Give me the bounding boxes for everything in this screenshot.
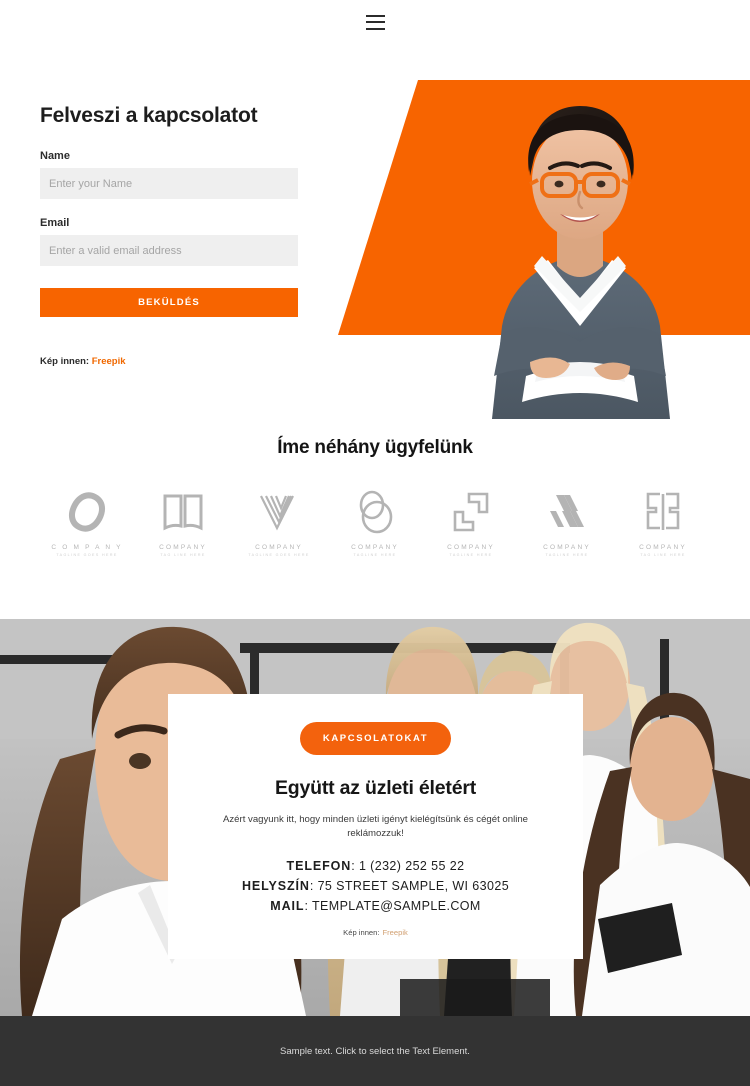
logo-mark-oval-icon	[67, 487, 107, 537]
hamburger-menu-icon[interactable]	[365, 14, 385, 30]
logo-mark-book-icon	[161, 487, 205, 537]
contact-section: KAPCSOLATOKAT Együtt az üzleti életért A…	[0, 619, 750, 1016]
logo-company-name: COMPANY	[159, 544, 207, 551]
contact-detail-value: 75 STREET SAMPLE, WI 63025	[317, 878, 510, 893]
client-logo-item[interactable]: COMPANY TAG LINE HERE	[142, 487, 224, 557]
client-logo-item[interactable]: COMPANY TAGLINE HERE	[526, 487, 608, 557]
page-root: Felveszi a kapcsolatot Name Email BEKÜLD…	[0, 0, 750, 1086]
hero-section: Felveszi a kapcsolatot Name Email BEKÜLD…	[0, 44, 750, 419]
contact-card-title: Együtt az üzleti életért	[274, 777, 477, 799]
client-logo-item[interactable]: COMPANY TAGLINE HERE	[430, 487, 512, 557]
logo-mark-circles-icon	[353, 487, 397, 537]
logo-tagline: TAGLINE GOES HERE	[56, 553, 118, 557]
contact-detail-mail: MAIL: TEMPLATE@SAMPLE.COM	[198, 899, 553, 913]
logo-tagline: TAGLINE HERE	[449, 553, 493, 557]
hero-photo	[491, 106, 671, 419]
logo-mark-chevron-icon	[257, 487, 301, 537]
contact-detail-separator: :	[309, 878, 318, 893]
contact-detail-location: HELYSZÍN: 75 STREET SAMPLE, WI 63025	[198, 879, 553, 893]
contact-detail-label: TELEFON	[286, 858, 352, 873]
email-field-label: Email	[40, 217, 70, 229]
logo-tagline: TAGLINE GOES HERE	[248, 553, 310, 557]
footer-text[interactable]: Sample text. Click to select the Text El…	[280, 1046, 470, 1057]
client-logo-row: C O M P A N Y TAGLINE GOES HERE COMPANY …	[0, 487, 750, 557]
logo-mark-brackets-icon	[449, 487, 493, 537]
contact-pill-button[interactable]: KAPCSOLATOKAT	[299, 722, 452, 755]
contact-form: Felveszi a kapcsolatot Name Email BEKÜLD…	[40, 104, 302, 367]
contact-credit-link[interactable]: Freepik	[382, 928, 407, 937]
clients-section: Íme néhány ügyfelünk C O M P A N Y TAGLI…	[0, 419, 750, 619]
contact-detail-separator: :	[304, 898, 312, 913]
logo-tagline: TAGLINE HERE	[545, 553, 589, 557]
logo-company-name: COMPANY	[639, 544, 687, 551]
logo-company-name: COMPANY	[447, 544, 495, 551]
hero-credit-link[interactable]: Freepik	[92, 356, 126, 367]
submit-button[interactable]: BEKÜLDÉS	[40, 288, 298, 317]
site-footer: Sample text. Click to select the Text El…	[0, 1016, 750, 1086]
hero-credit-prefix: Kép innen:	[40, 356, 90, 367]
name-input[interactable]	[40, 168, 298, 199]
site-header	[0, 0, 750, 44]
email-input[interactable]	[40, 235, 298, 266]
contact-detail-label: MAIL	[270, 898, 305, 913]
contact-detail-value: 1 (232) 252 55 22	[358, 858, 465, 873]
client-logo-item[interactable]: COMPANY TAGLINE GOES HERE	[238, 487, 320, 557]
logo-tagline: TAG LINE HERE	[640, 553, 686, 557]
logo-company-name: COMPANY	[543, 544, 591, 551]
client-logo-item[interactable]: COMPANY TAGLINE HERE	[334, 487, 416, 557]
form-title: Felveszi a kapcsolatot	[40, 104, 258, 127]
contact-image-credit: Kép innen: Freepik	[198, 928, 553, 937]
logo-mark-blocks-icon	[642, 487, 684, 537]
hero-image-credit: Kép innen: Freepik	[40, 356, 302, 367]
logo-tagline: TAG LINE HERE	[160, 553, 206, 557]
client-logo-item[interactable]: C O M P A N Y TAGLINE GOES HERE	[46, 487, 128, 557]
logo-company-name: COMPANY	[255, 544, 303, 551]
logo-company-name: COMPANY	[351, 544, 399, 551]
logo-company-name: C O M P A N Y	[51, 544, 123, 551]
name-field-label: Name	[40, 150, 70, 162]
contact-detail-phone: TELEFON: 1 (232) 252 55 22	[198, 859, 553, 873]
contact-details-list: TELEFON: 1 (232) 252 55 22 HELYSZÍN: 75 …	[198, 859, 553, 913]
contact-card: KAPCSOLATOKAT Együtt az üzleti életért A…	[168, 694, 583, 959]
contact-detail-value: TEMPLATE@SAMPLE.COM	[311, 898, 481, 913]
contact-detail-label: HELYSZÍN	[241, 878, 310, 893]
logo-tagline: TAGLINE HERE	[353, 553, 397, 557]
contact-credit-prefix: Kép innen:	[343, 927, 380, 937]
contact-detail-separator: :	[351, 858, 359, 873]
clients-title: Íme néhány ügyfelünk	[277, 437, 473, 458]
client-logo-item[interactable]: COMPANY TAG LINE HERE	[622, 487, 704, 557]
contact-card-subtitle: Azért vagyunk itt, hogy minden üzleti ig…	[222, 814, 529, 840]
logo-mark-stripes-icon	[546, 487, 588, 537]
